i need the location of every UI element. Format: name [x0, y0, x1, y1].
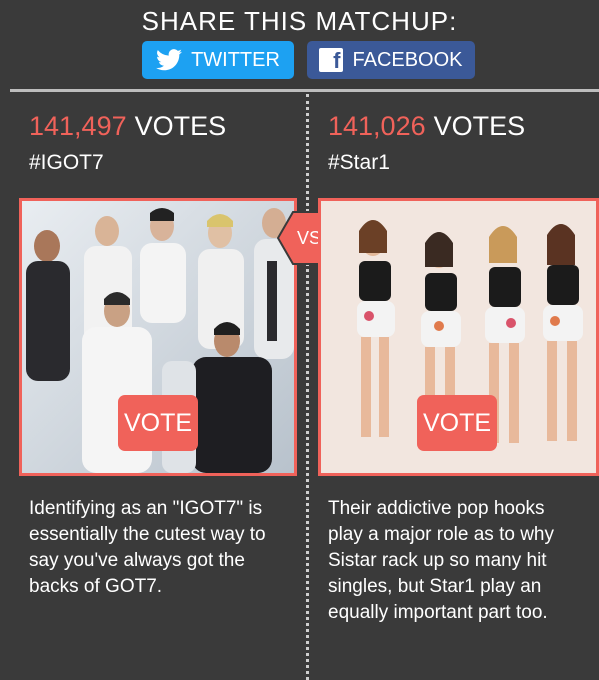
left-vote-count: 141,497 VOTES — [29, 111, 226, 142]
left-description: Identifying as an "IGOT7" is essentially… — [29, 498, 266, 597]
share-title: SHARE THIS MATCHUP: — [141, 6, 458, 36]
left-votes-label: VOTES — [134, 111, 227, 141]
facebook-label: FACEBOOK — [352, 48, 463, 71]
left-votes-number: 141,497 — [29, 111, 127, 141]
right-hashtag: #Star1 — [328, 151, 390, 174]
right-votes-label: VOTES — [433, 111, 526, 141]
header-divider — [10, 89, 599, 92]
twitter-bird-icon — [156, 49, 183, 71]
right-vote-count: 141,026 VOTES — [328, 111, 525, 142]
facebook-share-button[interactable]: f FACEBOOK — [307, 41, 475, 79]
twitter-share-button[interactable]: TWITTER — [142, 41, 294, 79]
right-description: Their addictive pop hooks play a major r… — [328, 498, 554, 623]
left-hashtag: #IGOT7 — [29, 151, 104, 174]
right-vote-button[interactable]: VOTE — [417, 395, 497, 451]
right-votes-number: 141,026 — [328, 111, 426, 141]
left-vote-button[interactable]: VOTE — [118, 395, 198, 451]
twitter-label: TWITTER — [191, 48, 280, 71]
column-divider — [306, 94, 309, 680]
facebook-f-icon: f — [319, 48, 344, 72]
